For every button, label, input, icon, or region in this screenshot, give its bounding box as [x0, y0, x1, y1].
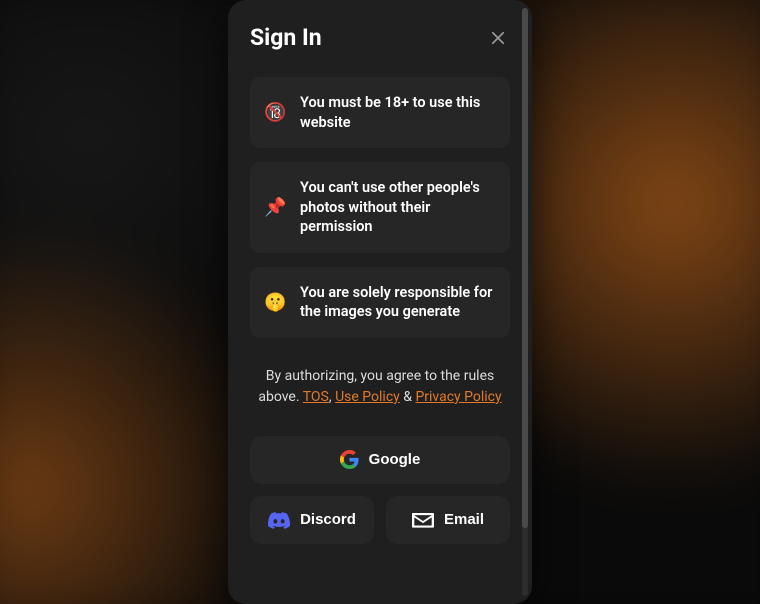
rule-item: 🤫 You are solely responsible for the ima…: [250, 267, 510, 338]
separator: &: [400, 389, 416, 405]
rule-text: You must be 18+ to use this website: [300, 93, 496, 132]
email-signin-button[interactable]: Email: [386, 496, 510, 544]
google-icon: [340, 450, 359, 469]
agreement-text: By authorizing, you agree to the rules a…: [250, 366, 510, 408]
responsible-icon: 🤫: [264, 292, 286, 313]
close-button[interactable]: [486, 26, 510, 50]
email-button-label: Email: [444, 511, 484, 528]
rule-item: 📌 You can't use other people's photos wi…: [250, 162, 510, 253]
tos-link[interactable]: TOS: [303, 389, 329, 405]
signin-modal: Sign In 🔞 You must be 18+ to use this we…: [228, 0, 532, 604]
rules-list: 🔞 You must be 18+ to use this website 📌 …: [250, 77, 510, 338]
rule-item: 🔞 You must be 18+ to use this website: [250, 77, 510, 148]
discord-signin-button[interactable]: Discord: [250, 496, 374, 544]
google-signin-button[interactable]: Google: [250, 436, 510, 484]
close-icon: [489, 29, 507, 47]
rule-text: You can't use other people's photos with…: [300, 178, 496, 237]
age-icon: 🔞: [264, 102, 286, 123]
discord-icon: [268, 512, 290, 528]
rule-text: You are solely responsible for the image…: [300, 283, 496, 322]
use-policy-link[interactable]: Use Policy: [335, 389, 400, 405]
pin-icon: 📌: [264, 197, 286, 218]
google-button-label: Google: [369, 451, 421, 468]
email-icon: [412, 513, 434, 527]
scrollbar-thumb[interactable]: [522, 8, 528, 528]
modal-title: Sign In: [250, 24, 322, 51]
modal-header: Sign In: [250, 24, 510, 51]
discord-button-label: Discord: [300, 511, 356, 528]
secondary-signin-row: Discord Email: [250, 496, 510, 544]
privacy-policy-link[interactable]: Privacy Policy: [415, 389, 501, 405]
scrollbar-track[interactable]: [522, 8, 528, 596]
